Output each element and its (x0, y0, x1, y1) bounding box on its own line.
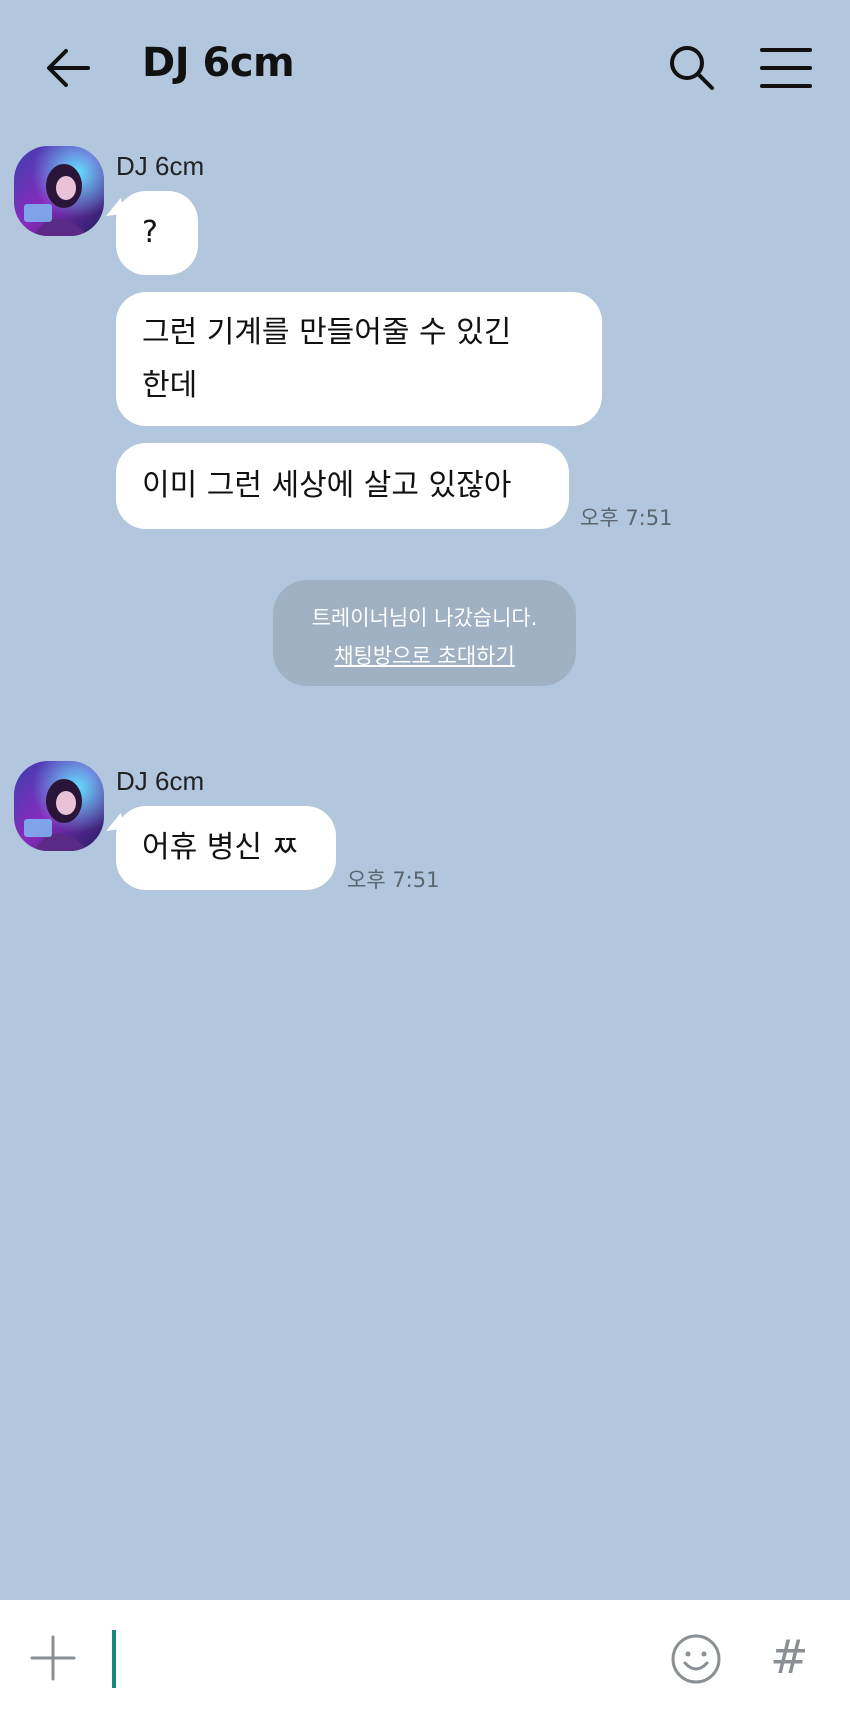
avatar-image (14, 761, 104, 851)
sender-name: DJ 6cm (116, 151, 205, 181)
chat-title: DJ 6cm (142, 40, 295, 86)
system-notice: 트레이너님이 나갔습니다. 채팅방으로 초대하기 (273, 580, 576, 686)
message-bubble[interactable]: 그런 기계를 만들어줄 수 있긴 한데 (116, 292, 602, 426)
message-text: 어휴 병신 ㅉ (142, 830, 300, 865)
message-input-bar: # (0, 1600, 850, 1713)
menu-button[interactable] (756, 40, 816, 96)
chat-header: DJ 6cm (0, 0, 850, 135)
message-input[interactable] (110, 1625, 650, 1687)
message-time: 오후 7:51 (580, 506, 673, 530)
notice-text: 트레이너님이 나갔습니다. (311, 606, 538, 630)
message-bubble[interactable]: 이미 그런 세상에 살고 있잖아 (116, 443, 569, 529)
arrow-left-icon (47, 49, 90, 87)
message-text: 이미 그런 세상에 살고 있잖아 (142, 468, 512, 503)
attach-button[interactable] (30, 1635, 76, 1681)
message-text: ? (142, 215, 158, 250)
hamburger-menu-icon (760, 48, 812, 88)
search-button[interactable] (664, 40, 720, 96)
emoji-button[interactable] (670, 1633, 722, 1685)
invite-link[interactable]: 채팅방으로 초대하기 (273, 640, 576, 670)
avatar[interactable] (14, 761, 104, 851)
avatar-image (14, 146, 104, 236)
message-time: 오후 7:51 (347, 868, 440, 892)
plus-icon (30, 1635, 76, 1681)
message-bubble[interactable]: ? (116, 191, 198, 275)
sender-name: DJ 6cm (116, 766, 205, 796)
search-icon (670, 46, 714, 90)
smiley-icon (671, 1634, 721, 1684)
message-bubble[interactable]: 어휴 병신 ㅉ (116, 806, 336, 890)
hashtag-button[interactable]: # (770, 1630, 820, 1686)
back-button[interactable] (40, 40, 96, 96)
text-caret (112, 1630, 116, 1688)
avatar[interactable] (14, 146, 104, 236)
message-text: 그런 기계를 만들어줄 수 있긴 한데 (142, 315, 512, 403)
